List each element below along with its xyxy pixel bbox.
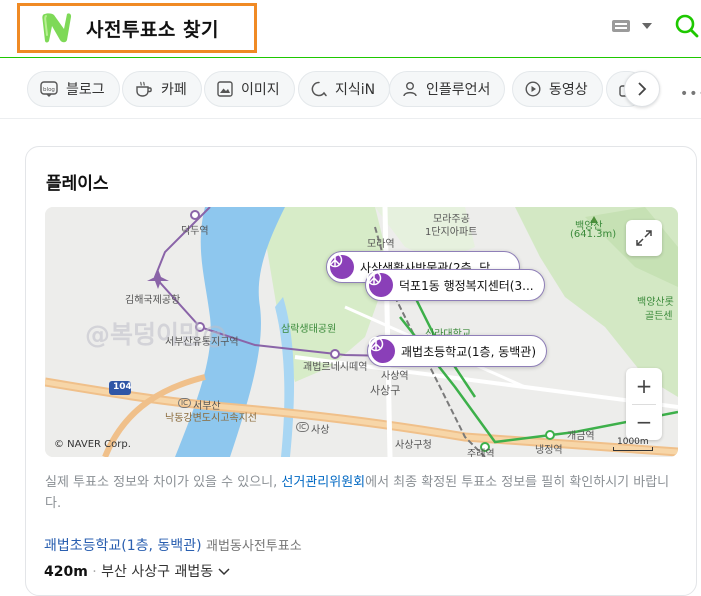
map-label-sasang-dong: 사상역 (381, 371, 409, 382)
expand-icon (636, 230, 652, 246)
map-label-ic-2: IC (296, 422, 309, 432)
caret-down-icon[interactable] (642, 23, 652, 29)
map-label-gwaebeop: 괘법르네시떼역 (303, 362, 368, 373)
result-meta: 420m · 부산 사상구 괘법동 (44, 561, 230, 581)
place-card: 플레이스 @복덩이맘@ 덕두역 김해국제공항 서부산유통지구역 삼락생태공원 괘… (25, 146, 697, 596)
map-label-buyu: 서부산유통지구역 (165, 337, 239, 348)
peace-icon (366, 270, 393, 297)
tab-kin[interactable]: 지식iN (298, 71, 391, 107)
meta-separator: · (92, 564, 97, 580)
keyboard-icon[interactable] (612, 20, 630, 32)
map-label-sasang-ic: 사상 (311, 425, 330, 436)
more-menu-icon[interactable]: ••• (680, 86, 701, 102)
map-label-sasang-gu: 사상구 (370, 384, 401, 397)
result-subtitle: 괘법동사전투표소 (205, 539, 302, 554)
divider (0, 118, 701, 119)
search-query[interactable]: 사전투표소 찾기 (86, 15, 219, 42)
map-label-road-104: 104 (113, 382, 132, 392)
map-label-samrak: 삼락생태공원 (281, 324, 337, 335)
person-icon (403, 82, 417, 97)
peace-icon (368, 336, 395, 363)
map-label-mora-station: 모라역 (367, 239, 395, 250)
result-address[interactable]: 부산 사상구 괘법동 (101, 564, 213, 580)
tab-blog[interactable]: blog 블로그 (27, 71, 120, 107)
tab-cafe[interactable]: 카페 (122, 71, 202, 107)
search-icon[interactable] (674, 12, 700, 40)
map-label-elevation: (641.3m) (570, 229, 617, 240)
search-tabs: blog 블로그 카페 이미지 지식iN 인플루언서 동영상 (0, 68, 701, 114)
map-pin-gwaebeop-school[interactable]: 괘법초등학교(1층, 동백관) (367, 335, 548, 367)
notice-part1: 실제 투표소 정보와 차이가 있을 수 있으니, (45, 475, 282, 490)
tab-influencer[interactable]: 인플루언서 (389, 71, 506, 107)
map-label-golden: 골든센 (645, 311, 673, 322)
map-fullscreen-button[interactable] (626, 220, 662, 256)
map-zoom-control: + − (626, 368, 662, 440)
zoom-out-button[interactable]: − (626, 404, 662, 440)
map-label-airport: 김해국제공항 (125, 295, 181, 306)
tab-label: 블로그 (66, 82, 105, 98)
map-label-deokdu: 덕두역 (181, 226, 209, 237)
map-label-apt: 1단지아파트 (425, 227, 478, 238)
chevron-right-icon (638, 82, 647, 96)
map-copyright: © NAVER Corp. (54, 439, 131, 450)
map-label-sasang-office: 사상구청 (395, 440, 432, 451)
tab-label: 인플루언서 (426, 82, 491, 98)
tab-image[interactable]: 이미지 (204, 71, 295, 107)
search-box[interactable]: 사전투표소 찾기 (17, 3, 257, 53)
nec-link[interactable]: 선거관리위원회 (281, 475, 365, 490)
map-label-gaegeum: 개금역 (567, 431, 595, 442)
map-label-jurye: 주례역 (467, 449, 495, 457)
zoom-in-button[interactable]: + (626, 368, 662, 404)
map-label-naengjeong: 냉정역 (535, 445, 563, 456)
tab-label: 지식iN (335, 82, 376, 98)
play-icon (525, 81, 541, 97)
map-label-nakdong-expressway: 낙동강변도시고속지선 (165, 413, 257, 424)
svg-text:blog: blog (43, 87, 55, 93)
map-label-ic-1: IC (178, 398, 191, 408)
peace-icon (327, 252, 354, 279)
chevron-down-icon[interactable] (218, 568, 230, 576)
cafe-icon (136, 81, 152, 97)
result-title-link[interactable]: 괘법초등학교(1층, 동백관) (44, 538, 202, 554)
map-pin-deokpo[interactable]: 덕포1동 행정복지센터(3... (365, 269, 545, 301)
map-view[interactable]: @복덩이맘@ 덕두역 김해국제공항 서부산유통지구역 삼락생태공원 괘법르네시떼… (45, 207, 678, 457)
naver-logo-icon[interactable] (40, 11, 74, 45)
kin-icon (311, 81, 327, 97)
pin-label: 괘법초등학교(1층, 동백관) (401, 344, 537, 359)
result-item[interactable]: 괘법초등학교(1층, 동백관) 괘법동사전투표소 (44, 535, 302, 555)
tabs-next-button[interactable] (624, 71, 660, 107)
map-scale-bar (613, 447, 653, 451)
tab-label: 동영상 (549, 82, 588, 98)
tab-label: 이미지 (241, 82, 280, 98)
notice-text: 실제 투표소 정보와 차이가 있을 수 있으니, 선거관리위원회에서 최종 확정… (45, 472, 675, 514)
map-scale-label: 1000m (617, 437, 649, 447)
map-label-baekyang-lotte: 백양산롯 (637, 297, 674, 308)
image-icon (217, 81, 233, 97)
tab-video[interactable]: 동영상 (512, 71, 603, 107)
card-title: 플레이스 (46, 174, 109, 194)
result-distance: 420m (44, 564, 88, 580)
header: 사전투표소 찾기 (0, 0, 701, 58)
pin-label: 덕포1동 행정복지센터(3... (399, 278, 534, 293)
tab-label: 카페 (161, 82, 187, 98)
blog-icon: blog (40, 81, 58, 97)
